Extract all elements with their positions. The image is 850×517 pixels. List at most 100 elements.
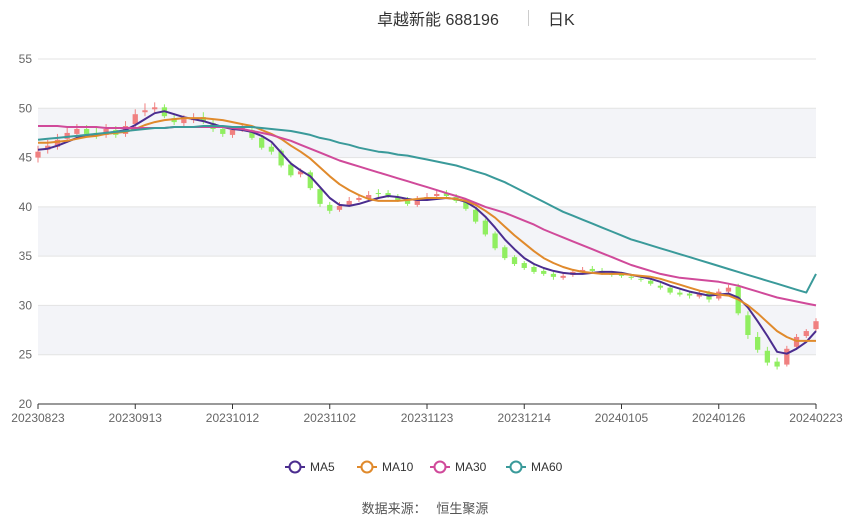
legend-label: MA10 (382, 460, 414, 474)
candle-body (813, 321, 819, 330)
candle-body (336, 205, 343, 210)
candle-body (327, 204, 333, 211)
y-tick-label: 25 (19, 348, 33, 362)
y-tick-label: 45 (19, 151, 33, 165)
candle-body (764, 350, 771, 363)
legend-label: MA5 (310, 460, 335, 474)
x-tick-label: 20240126 (692, 411, 746, 425)
candle-body (521, 263, 527, 268)
x-tick-label: 20231012 (206, 411, 260, 425)
candle (550, 271, 557, 280)
x-tick-label: 20231102 (304, 411, 357, 425)
candle-body (745, 315, 751, 335)
candle (784, 345, 790, 367)
candle (511, 255, 518, 266)
plot-bands (38, 108, 816, 355)
legend-item-ma60[interactable]: MA60 (506, 460, 563, 474)
x-tick-label: 20231123 (401, 411, 454, 425)
x-tick-label: 20230913 (109, 411, 163, 425)
y-tick-label: 55 (19, 52, 33, 66)
candle-body (356, 197, 362, 200)
y-axis: 20 25 30 35 40 45 50 55 (19, 52, 33, 411)
candle-body (541, 270, 547, 274)
candle (745, 311, 751, 339)
candle-body (725, 287, 732, 292)
x-axis: 20230823 20230913 20231012 20231102 20231123… (11, 403, 843, 425)
y-tick-label: 20 (19, 397, 33, 411)
candle-body (531, 266, 537, 272)
candle-body (657, 285, 664, 288)
candle-body (482, 220, 488, 235)
data-source-note: 数据来源： 恒生聚源 (0, 498, 850, 517)
legend-item-ma10[interactable]: MA10 (357, 460, 414, 474)
candlestick-chart: 20 25 30 35 40 45 50 55 20230823 20230913 2023101… (11, 52, 843, 474)
legend-swatch-marker (509, 460, 523, 474)
y-tick-label: 50 (19, 101, 33, 115)
y-tick-label: 40 (19, 200, 33, 214)
chart-legend[interactable]: MA5 MA10 MA30 MA60 (285, 460, 563, 474)
plot-band (38, 305, 816, 355)
candle-body (317, 189, 323, 204)
candle-body (434, 194, 440, 197)
candle-body (229, 129, 236, 135)
candle (492, 231, 498, 251)
candle-body (793, 336, 800, 347)
source-label: 数据来源： (361, 501, 427, 516)
x-tick-label: 20240105 (595, 411, 649, 425)
candle-body (803, 331, 809, 336)
candle (657, 282, 664, 290)
candle-body (492, 233, 498, 249)
x-tick-label: 20230823 (11, 411, 65, 425)
candle (502, 245, 508, 261)
candle-body (550, 273, 557, 277)
candle (414, 196, 420, 207)
candle-body (667, 287, 673, 293)
candle-body (181, 119, 187, 124)
candle-body (638, 278, 644, 280)
candle-body (628, 276, 634, 278)
candle (521, 261, 527, 270)
candle (307, 170, 313, 191)
plot-band (38, 108, 816, 158)
candle-body (677, 292, 683, 295)
legend-swatch-marker (360, 460, 374, 474)
source-name: 恒生聚源 (436, 501, 489, 516)
legend-item-ma30[interactable]: MA30 (430, 460, 487, 474)
plot-band (38, 206, 816, 257)
x-tick-label: 20240223 (789, 411, 843, 425)
candle-body (259, 137, 265, 148)
candle-body (648, 280, 654, 284)
candle (725, 284, 732, 294)
candle (774, 357, 780, 370)
legend-swatch-marker (288, 460, 302, 474)
legend-item-ma5[interactable]: MA5 (285, 460, 335, 474)
candle (482, 218, 488, 237)
legend-label: MA30 (455, 460, 487, 474)
candle-body (220, 128, 226, 134)
candle (541, 268, 547, 276)
candle-body (346, 200, 352, 205)
y-tick-label: 30 (19, 298, 33, 312)
y-tick-label: 35 (19, 249, 33, 263)
candle-body (268, 146, 275, 152)
candle (375, 189, 382, 197)
candle-body (755, 336, 761, 350)
legend-label: MA60 (531, 460, 563, 474)
candle-body (132, 114, 138, 125)
candle-body (142, 110, 148, 113)
candle-body (511, 257, 518, 265)
candle-body (502, 247, 508, 259)
candle-body (589, 268, 595, 271)
candle-body (686, 293, 693, 296)
candle-body (560, 275, 566, 278)
candle-body (152, 107, 158, 110)
candle (677, 289, 683, 297)
candle-body (472, 209, 479, 222)
candle-body (375, 193, 382, 195)
legend-swatch-marker (433, 460, 447, 474)
candle-body (83, 128, 90, 134)
candle-body (774, 361, 780, 367)
candle (531, 265, 537, 274)
x-tick-label: 20231214 (498, 411, 552, 425)
candle-body (784, 348, 790, 365)
